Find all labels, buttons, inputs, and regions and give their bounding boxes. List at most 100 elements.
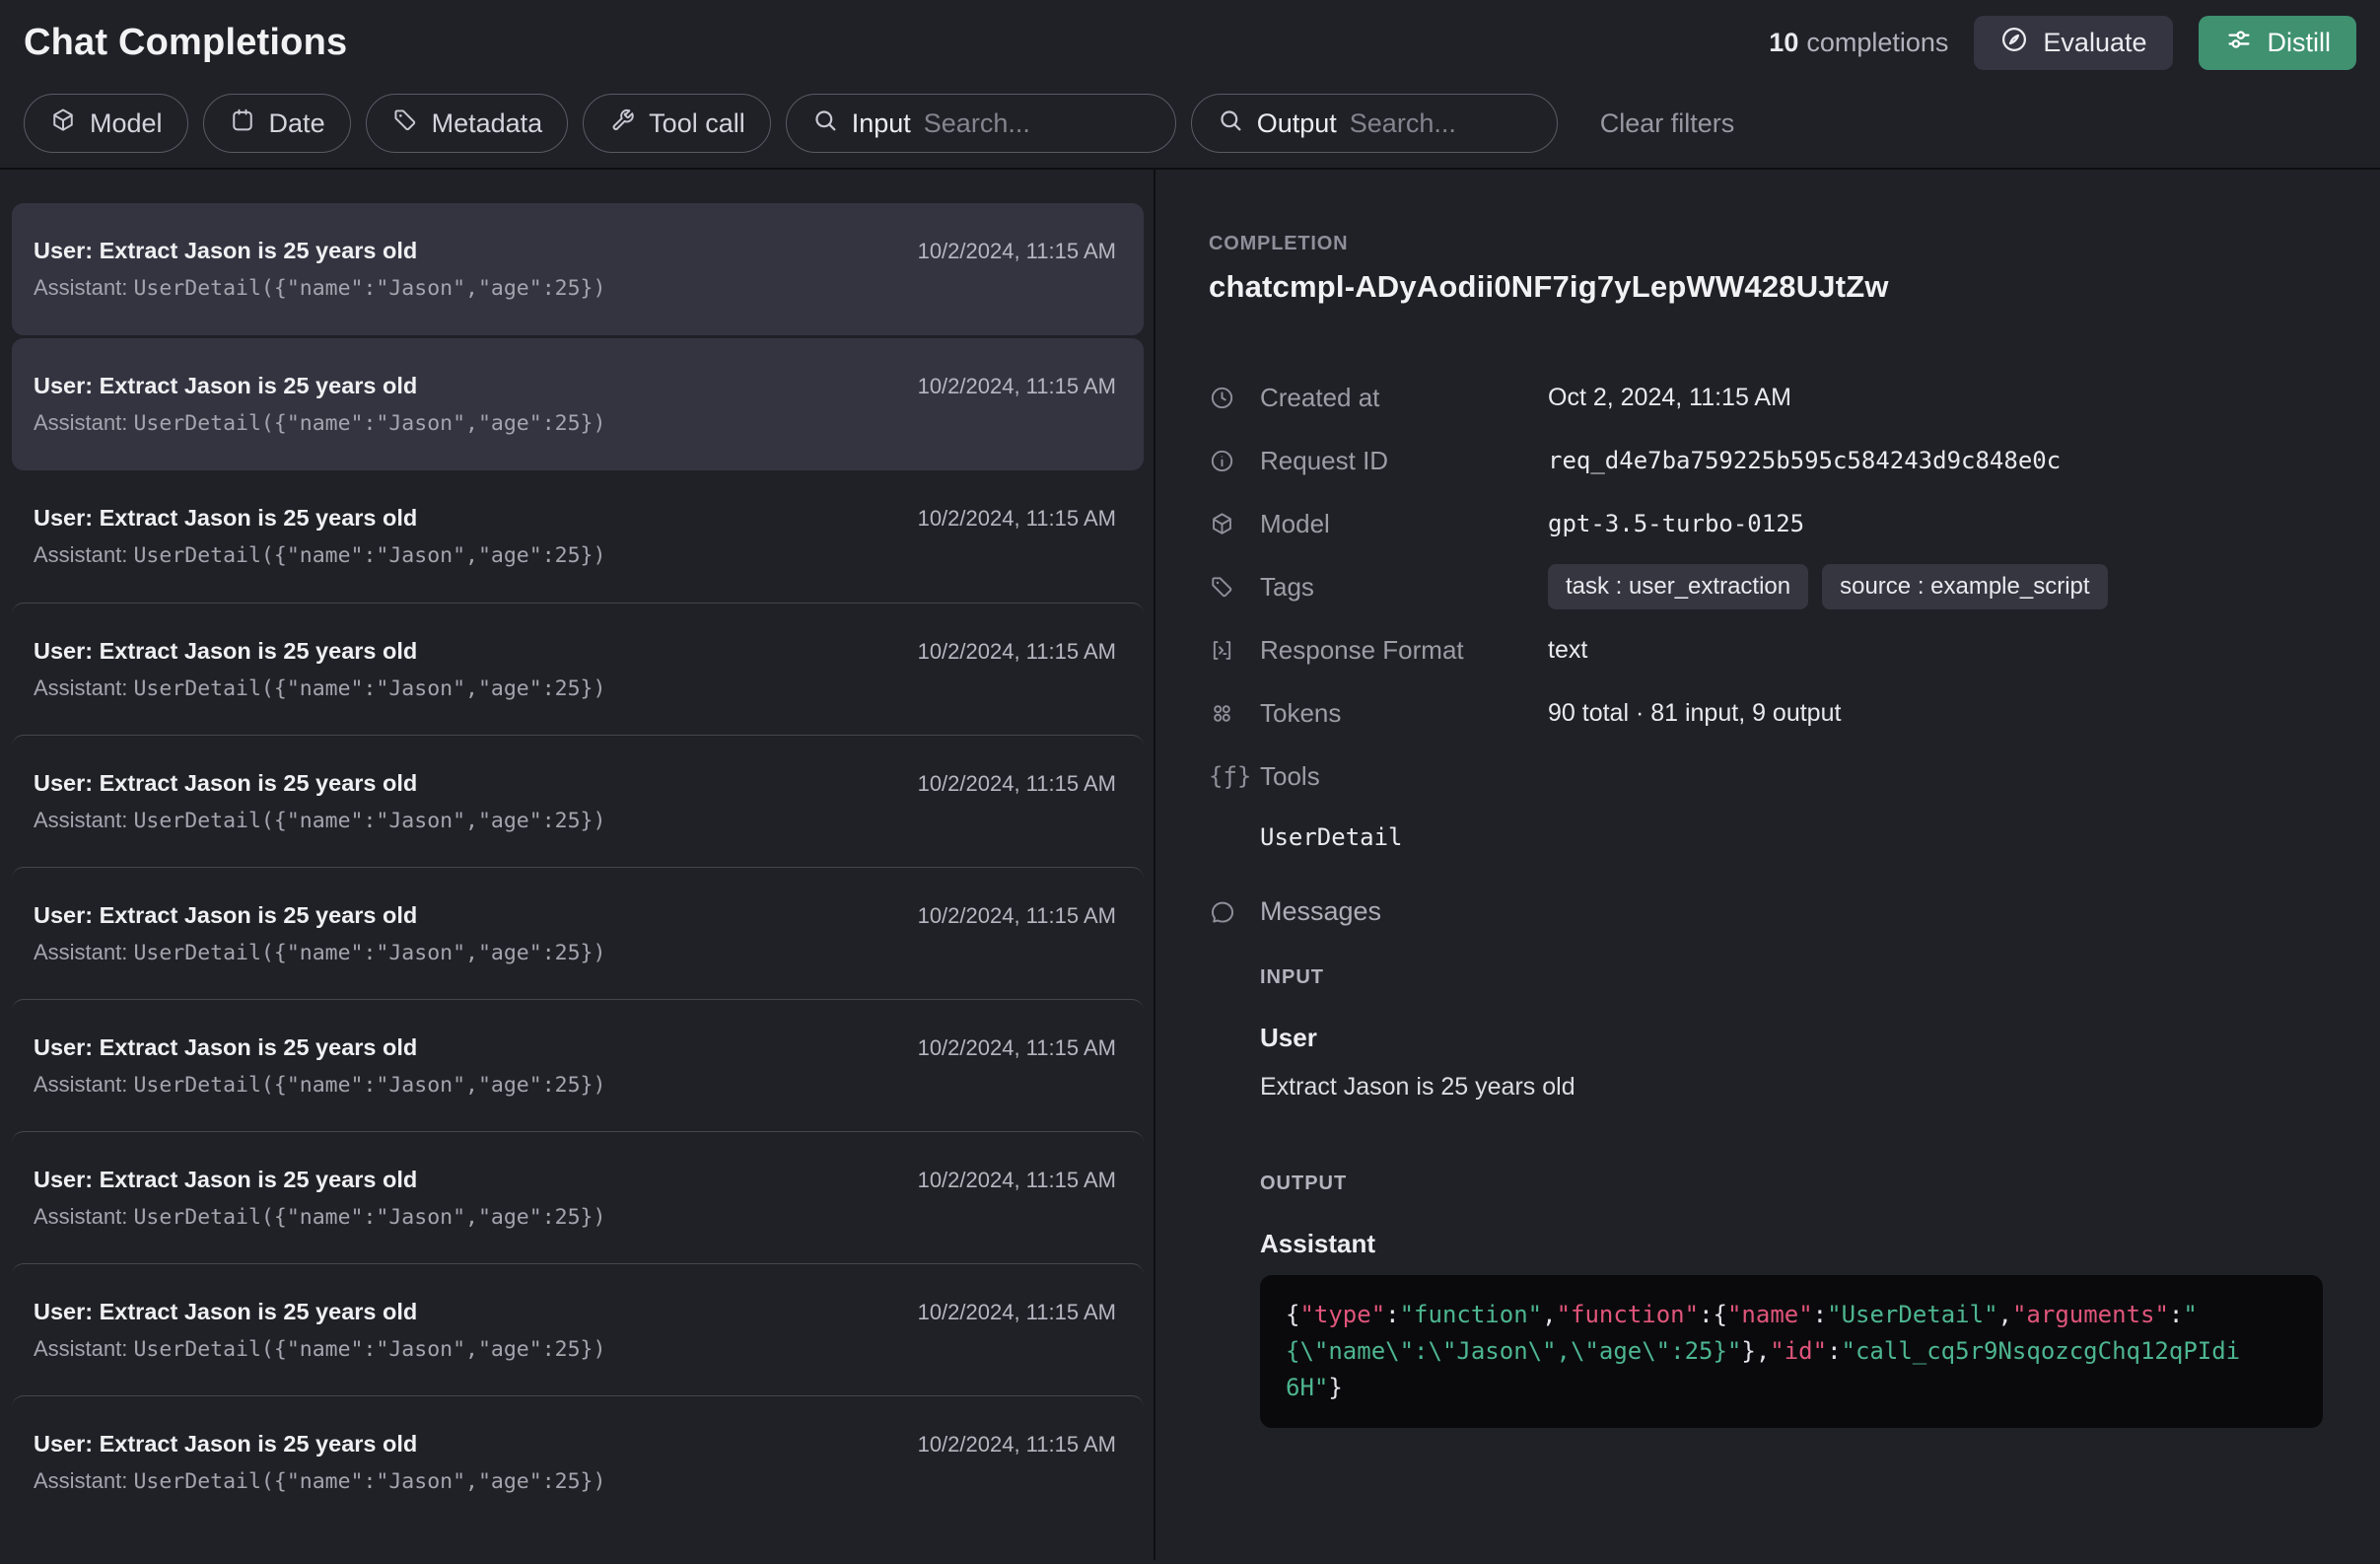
- output-search-label: Output: [1257, 108, 1337, 139]
- messages-section-header: Messages: [1209, 896, 2325, 927]
- field-label: Tokens: [1260, 698, 1548, 729]
- field-value: Oct 2, 2024, 11:15 AM: [1548, 384, 2325, 412]
- field-label: Tags: [1260, 572, 1548, 603]
- completion-list-item[interactable]: User: Extract Jason is 25 years old 10/2…: [12, 1395, 1144, 1528]
- messages-label: Messages: [1260, 896, 2325, 927]
- compass-icon: [1999, 25, 2029, 61]
- assistant-prefix: Assistant:: [34, 808, 133, 832]
- input-search-label: Input: [852, 108, 911, 139]
- input-search-input[interactable]: [924, 108, 1151, 139]
- tag-chip[interactable]: source : example_script: [1822, 564, 2107, 609]
- filter-model-button[interactable]: Model: [24, 94, 188, 153]
- list-item-timestamp: 10/2/2024, 11:15 AM: [918, 1300, 1116, 1325]
- page-title: Chat Completions: [24, 22, 347, 64]
- search-icon: [1217, 107, 1244, 141]
- list-item-user-text: User: Extract Jason is 25 years old: [34, 902, 417, 929]
- completion-list-item[interactable]: User: Extract Jason is 25 years old 10/2…: [12, 735, 1144, 867]
- completions-count: 10completions: [1769, 28, 1948, 58]
- function-braces-icon: {ƒ}: [1209, 762, 1260, 790]
- list-item-timestamp: 10/2/2024, 11:15 AM: [918, 1432, 1116, 1457]
- field-value: text: [1548, 636, 2325, 665]
- list-item-assistant-text: Assistant: UserDetail({"name":"Jason","a…: [34, 1468, 1116, 1494]
- info-icon: [1209, 448, 1260, 474]
- completion-list-item[interactable]: User: Extract Jason is 25 years old 10/2…: [12, 470, 1144, 603]
- list-item-assistant-text: Assistant: UserDetail({"name":"Jason","a…: [34, 1204, 1116, 1230]
- tag-icon: [1209, 574, 1260, 601]
- assistant-call: UserDetail({"name":"Jason","age":25}): [133, 411, 605, 436]
- list-item-assistant-text: Assistant: UserDetail({"name":"Jason","a…: [34, 275, 1116, 301]
- list-item-user-text: User: Extract Jason is 25 years old: [34, 770, 417, 797]
- completion-list-item[interactable]: User: Extract Jason is 25 years old 10/2…: [12, 1263, 1144, 1395]
- completion-list-item[interactable]: User: Extract Jason is 25 years old 10/2…: [12, 999, 1144, 1131]
- assistant-prefix: Assistant:: [34, 675, 133, 700]
- assistant-tool-call-code: {"type":"function","function":{"name":"U…: [1260, 1275, 2323, 1428]
- assistant-call: UserDetail({"name":"Jason","age":25}): [133, 543, 605, 568]
- list-item-user-text: User: Extract Jason is 25 years old: [34, 505, 417, 532]
- list-item-timestamp: 10/2/2024, 11:15 AM: [918, 639, 1116, 665]
- input-message-text: Extract Jason is 25 years old: [1260, 1073, 2325, 1102]
- assistant-call: UserDetail({"name":"Jason","age":25}): [133, 941, 605, 965]
- completion-list-item[interactable]: User: Extract Jason is 25 years old 10/2…: [12, 203, 1144, 335]
- detail-field-row: {ƒ} Tools: [1209, 745, 2325, 808]
- filter-metadata-label: Metadata: [432, 108, 543, 139]
- filter-bar: Model Date Metadata Tool call Input Outp…: [24, 94, 2356, 168]
- clear-filters-button[interactable]: Clear filters: [1600, 108, 1735, 139]
- list-item-assistant-text: Assistant: UserDetail({"name":"Jason","a…: [34, 1072, 1116, 1098]
- input-section-label: INPUT: [1260, 966, 2325, 989]
- filter-metadata-button[interactable]: Metadata: [366, 94, 569, 153]
- list-item-timestamp: 10/2/2024, 11:15 AM: [918, 903, 1116, 929]
- assistant-prefix: Assistant:: [34, 1336, 133, 1361]
- list-item-timestamp: 10/2/2024, 11:15 AM: [918, 506, 1116, 532]
- assistant-prefix: Assistant:: [34, 542, 133, 567]
- assistant-call: UserDetail({"name":"Jason","age":25}): [133, 1073, 605, 1098]
- detail-field-row: Tags task : user_extraction source : exam…: [1209, 555, 2325, 618]
- assistant-call: UserDetail({"name":"Jason","age":25}): [133, 676, 605, 701]
- tag-chip[interactable]: task : user_extraction: [1548, 564, 1808, 609]
- completion-section-label: COMPLETION: [1209, 233, 2325, 255]
- output-search-input[interactable]: [1350, 108, 1532, 139]
- input-search-field[interactable]: Input: [786, 94, 1176, 153]
- detail-field-row: Request ID req_d4e7ba759225b595c584243d9…: [1209, 429, 2325, 492]
- assistant-call: UserDetail({"name":"Jason","age":25}): [133, 276, 605, 301]
- detail-field-row: Tokens 90 total · 81 input, 9 output: [1209, 681, 2325, 745]
- sliders-icon: [2224, 25, 2254, 61]
- field-label: Tools: [1260, 761, 1548, 792]
- detail-field-row: Model gpt-3.5-turbo-0125: [1209, 492, 2325, 555]
- filter-model-label: Model: [90, 108, 163, 139]
- distill-button[interactable]: Distill: [2199, 16, 2357, 70]
- assistant-prefix: Assistant:: [34, 410, 133, 435]
- list-item-user-text: User: Extract Jason is 25 years old: [34, 373, 417, 399]
- filter-tool-call-button[interactable]: Tool call: [583, 94, 771, 153]
- completion-list-item[interactable]: User: Extract Jason is 25 years old 10/2…: [12, 867, 1144, 999]
- completion-list-item[interactable]: User: Extract Jason is 25 years old 10/2…: [12, 1131, 1144, 1263]
- tokens-icon: [1209, 700, 1260, 727]
- detail-field-row: Created at Oct 2, 2024, 11:15 AM: [1209, 366, 2325, 429]
- assistant-prefix: Assistant:: [34, 1072, 133, 1097]
- list-item-assistant-text: Assistant: UserDetail({"name":"Jason","a…: [34, 1336, 1116, 1362]
- completion-detail-panel[interactable]: COMPLETION chatcmpl-ADyAodii0NF7ig7yLepW…: [1155, 170, 2380, 1560]
- tag-icon: [391, 107, 419, 141]
- messages-block: INPUT User Extract Jason is 25 years old…: [1260, 966, 2325, 1428]
- assistant-prefix: Assistant:: [34, 1468, 133, 1493]
- completions-count-number: 10: [1769, 28, 1798, 57]
- completion-list-item[interactable]: User: Extract Jason is 25 years old 10/2…: [12, 338, 1144, 470]
- output-section-label: OUTPUT: [1260, 1173, 2325, 1195]
- assistant-call: UserDetail({"name":"Jason","age":25}): [133, 1337, 605, 1362]
- output-search-field[interactable]: Output: [1191, 94, 1558, 153]
- completion-list-item[interactable]: User: Extract Jason is 25 years old 10/2…: [12, 603, 1144, 735]
- input-role: User: [1260, 1023, 2325, 1053]
- completions-list[interactable]: User: Extract Jason is 25 years old 10/2…: [0, 170, 1155, 1560]
- chat-bubble-icon: [1209, 898, 1260, 926]
- response-format-icon: [1209, 637, 1260, 664]
- assistant-prefix: Assistant:: [34, 275, 133, 300]
- evaluate-button[interactable]: Evaluate: [1974, 16, 2172, 70]
- distill-button-label: Distill: [2268, 28, 2332, 58]
- page-header: Chat Completions 10completions Evaluate …: [0, 0, 2380, 168]
- filter-date-button[interactable]: Date: [203, 94, 351, 153]
- search-icon: [811, 107, 839, 141]
- wrench-icon: [608, 107, 636, 141]
- filter-date-label: Date: [269, 108, 325, 139]
- field-label: Response Format: [1260, 635, 1548, 666]
- completion-fields: Created at Oct 2, 2024, 11:15 AM Request…: [1209, 366, 2325, 808]
- field-value: req_d4e7ba759225b595c584243d9c848e0c: [1548, 447, 2325, 474]
